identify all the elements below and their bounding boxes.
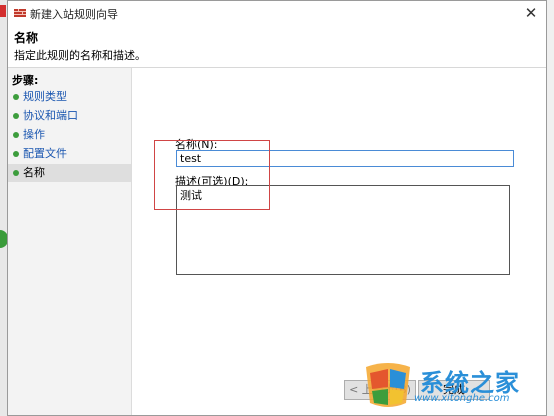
step-label: 配置文件 [23, 147, 67, 160]
step-dot-icon [13, 132, 19, 138]
step-dot-icon [13, 113, 19, 119]
step-label: 协议和端口 [23, 109, 78, 122]
step-action[interactable]: 操作 [8, 126, 131, 144]
title-bar[interactable]: 新建入站规则向导 ✕ [8, 1, 546, 26]
steps-title: 步骤: [12, 74, 39, 87]
step-name[interactable]: 名称 [8, 164, 131, 182]
step-label: 名称 [23, 166, 45, 179]
step-label: 操作 [23, 128, 45, 141]
back-button[interactable]: < 上一步(B) [344, 380, 416, 400]
step-rule-type[interactable]: 规则类型 [8, 88, 131, 106]
page-subtitle: 指定此规则的名称和描述。 [14, 49, 146, 62]
step-protocol-port[interactable]: 协议和端口 [8, 107, 131, 125]
firewall-icon [14, 7, 26, 19]
wizard-dialog: 新建入站规则向导 ✕ 名称 指定此规则的名称和描述。 步骤: 规则类型 协议和端… [7, 0, 547, 416]
step-profile[interactable]: 配置文件 [8, 145, 131, 163]
host-red-mark [0, 5, 6, 17]
finish-button[interactable]: 完成 [418, 380, 490, 400]
page-title: 名称 [14, 31, 39, 45]
wizard-header: 名称 指定此规则的名称和描述。 [8, 25, 546, 68]
step-dot-icon [13, 170, 19, 176]
step-dot-icon [13, 94, 19, 100]
close-button[interactable]: ✕ [522, 4, 540, 22]
main-content: 名称(N): 描述(可选)(D): 测试 < 上一步(B) 完成 [132, 68, 546, 415]
steps-panel: 步骤: 规则类型 协议和端口 操作 配置文件 名称 [8, 68, 132, 415]
window-title: 新建入站规则向导 [30, 8, 118, 21]
step-label: 规则类型 [23, 90, 67, 103]
step-dot-icon [13, 151, 19, 157]
annotation-highlight-box [154, 140, 270, 210]
